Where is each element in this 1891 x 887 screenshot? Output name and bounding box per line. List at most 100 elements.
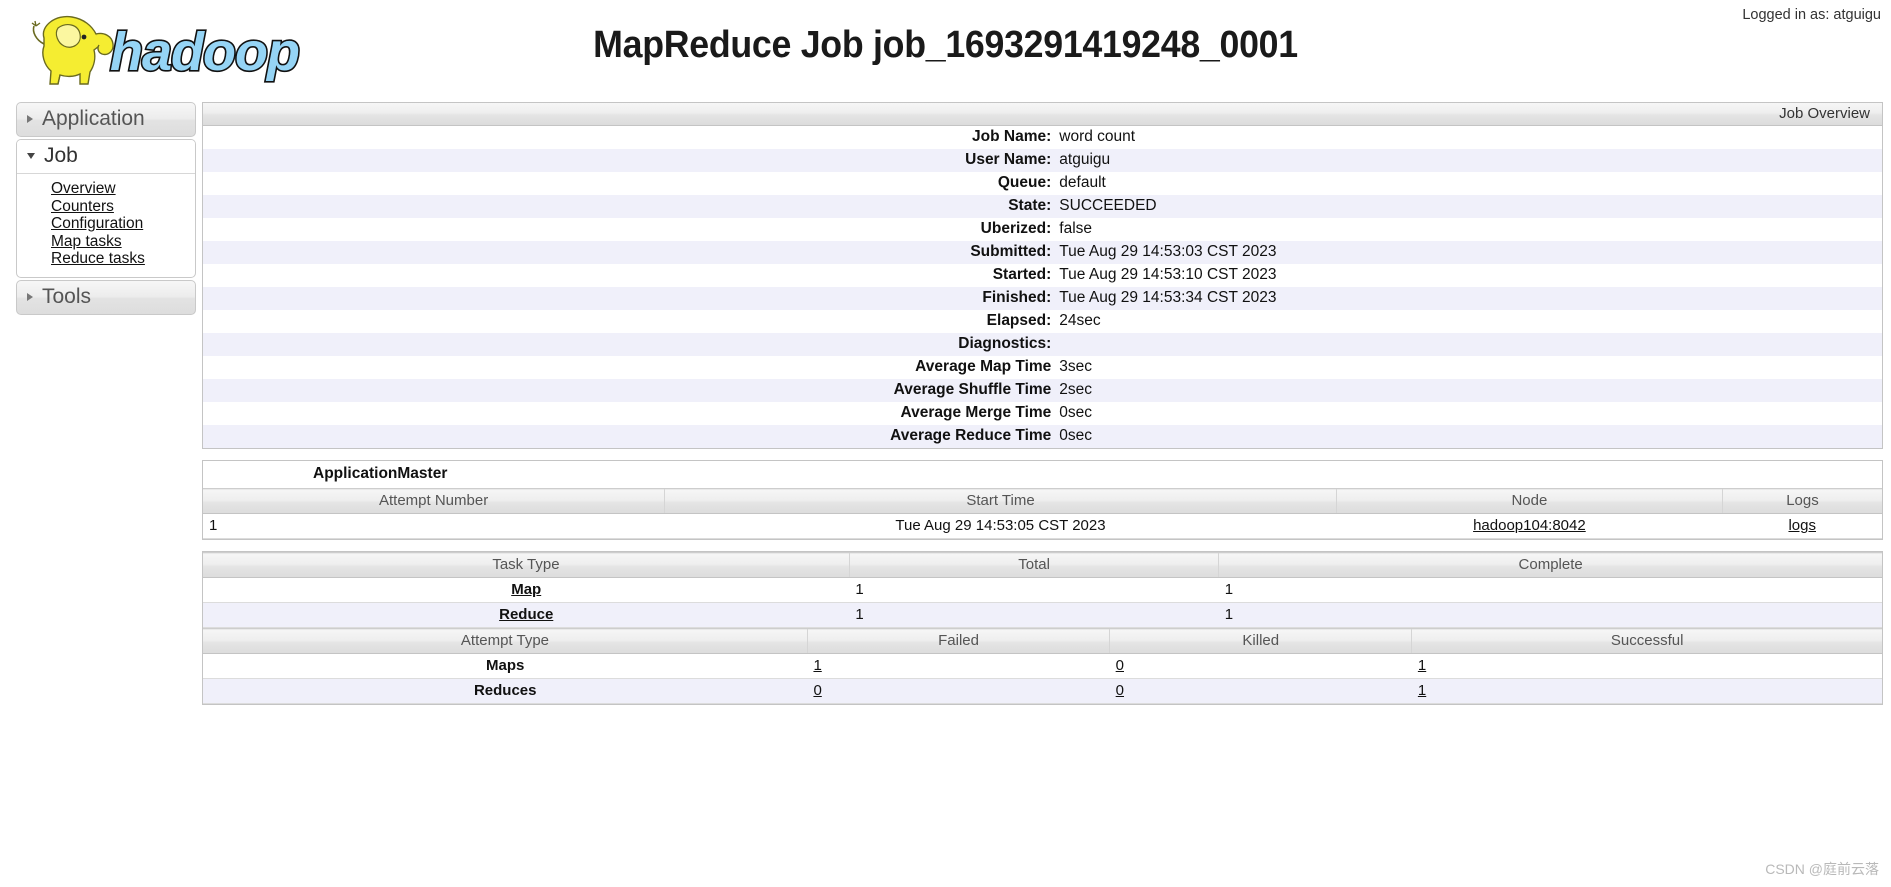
finished-value: Tue Aug 29 14:53:34 CST 2023 — [1059, 289, 1277, 306]
attempt-summary-table: Attempt Type Failed Killed Successful Ma… — [203, 628, 1882, 704]
average-map-time-label: Average Map Time — [915, 358, 1052, 375]
sidebar-link-reduce-tasks[interactable]: Reduce tasks — [51, 250, 145, 267]
reduces-successful-link[interactable]: 1 — [1418, 682, 1426, 699]
average-shuffle-time-value: 2sec — [1059, 381, 1093, 398]
column-header-failed: Failed — [806, 628, 1110, 654]
sidebar-item-tools[interactable]: Tools — [16, 279, 196, 315]
job-overview-caption: Job Overview — [203, 103, 1882, 126]
page-title: MapReduce Job job_1693291419248_0001 — [593, 24, 1298, 66]
list-item: Counters — [51, 198, 195, 216]
average-reduce-time-label: Average Reduce Time — [890, 427, 1052, 444]
cell-reduces-killed: 0 — [1109, 678, 1412, 704]
sidebar-item-job[interactable]: Job — [17, 140, 195, 174]
reduces-killed-link[interactable]: 0 — [1116, 682, 1124, 699]
column-header-attempt-type: Attempt Type — [203, 628, 808, 654]
job-name-value: word count — [1059, 128, 1136, 145]
maps-failed-link[interactable]: 1 — [813, 657, 821, 674]
uberized-value: false — [1059, 220, 1093, 237]
cell-attempt-type-reduces: Reduces — [203, 678, 808, 704]
cell-logs: logs — [1722, 513, 1882, 539]
cell-maps-successful: 1 — [1411, 653, 1882, 679]
application-master-header-row: Attempt Number Start Time Node Logs — [203, 488, 1882, 514]
cell-task-type-map: Map — [203, 577, 850, 603]
main-content: Job Overview Job Name: word count User N… — [196, 96, 1891, 716]
table-row: Average Shuffle Time 2sec — [203, 379, 1882, 402]
maps-killed-link[interactable]: 0 — [1116, 657, 1124, 674]
table-row: Job Name: word count — [203, 126, 1882, 149]
logged-in-label: Logged in as: atguigu — [1742, 7, 1881, 23]
cell-start-time: Tue Aug 29 14:53:05 CST 2023 — [664, 513, 1337, 539]
submitted-value: Tue Aug 29 14:53:03 CST 2023 — [1059, 243, 1277, 260]
table-row: Started: Tue Aug 29 14:53:10 CST 2023 — [203, 264, 1882, 287]
sidebar-item-application[interactable]: Application — [16, 102, 196, 137]
watermark: CSDN @庭前云落 — [1765, 861, 1879, 877]
map-tasks-link[interactable]: Map — [511, 581, 541, 598]
column-header-logs: Logs — [1721, 488, 1882, 514]
application-master-table: ApplicationMaster Attempt Number Start T… — [203, 461, 1882, 539]
job-name-label: Job Name: — [972, 128, 1052, 145]
sidebar-item-application-label: Application — [42, 107, 145, 130]
table-row: Map 1 1 — [203, 577, 1882, 603]
chevron-down-icon — [27, 153, 35, 159]
application-master-title-row: ApplicationMaster — [203, 461, 1882, 489]
chevron-right-icon — [27, 292, 33, 301]
table-row: Diagnostics: — [203, 333, 1882, 356]
cell-attempt-type-maps: Maps — [203, 653, 808, 679]
maps-successful-link[interactable]: 1 — [1418, 657, 1426, 674]
cell-reduces-successful: 1 — [1411, 678, 1882, 704]
cell-reduces-failed: 0 — [807, 678, 1110, 704]
table-row: Average Reduce Time 0sec — [203, 425, 1882, 448]
sidebar-job-links: Overview Counters Configuration Map task… — [17, 174, 195, 277]
column-header-task-type: Task Type — [203, 552, 850, 578]
column-header-node: Node — [1335, 488, 1723, 514]
task-summary-panel: Task Type Total Complete Map 1 1 Reduce — [202, 551, 1883, 705]
table-row: State: SUCCEEDED — [203, 195, 1882, 218]
chevron-right-icon — [27, 115, 33, 123]
page-header: hadoop MapReduce Job job_1693291419248_0… — [0, 0, 1891, 96]
state-label: State: — [1008, 197, 1052, 214]
column-header-start-time: Start Time — [664, 488, 1337, 514]
table-row: Average Merge Time 0sec — [203, 402, 1882, 425]
column-header-killed: Killed — [1109, 628, 1412, 654]
job-overview-panel: Job Overview Job Name: word count User N… — [202, 102, 1883, 449]
sidebar-link-counters[interactable]: Counters — [51, 198, 114, 215]
table-row: Reduce 1 1 — [203, 602, 1882, 628]
reduces-failed-link[interactable]: 0 — [813, 682, 821, 699]
average-merge-time-label: Average Merge Time — [900, 404, 1052, 421]
submitted-label: Submitted: — [970, 243, 1052, 260]
column-header-total: Total — [848, 552, 1219, 578]
table-row: Average Map Time 3sec — [203, 356, 1882, 379]
logs-link[interactable]: logs — [1788, 517, 1816, 534]
list-item: Map tasks — [51, 233, 195, 251]
column-header-successful: Successful — [1411, 628, 1882, 654]
cell-map-total: 1 — [849, 577, 1219, 603]
sidebar-link-map-tasks[interactable]: Map tasks — [51, 233, 122, 250]
job-overview-table: Job Name: word count User Name: atguigu … — [203, 126, 1882, 448]
application-master-panel: ApplicationMaster Attempt Number Start T… — [202, 460, 1883, 540]
cell-reduce-total: 1 — [849, 602, 1219, 628]
list-item: Reduce tasks — [51, 250, 195, 268]
state-value: SUCCEEDED — [1059, 197, 1157, 214]
sidebar-item-tools-label: Tools — [42, 284, 92, 308]
average-reduce-time-value: 0sec — [1059, 427, 1093, 444]
table-row: User Name: atguigu — [203, 149, 1882, 172]
list-item: Configuration — [51, 215, 195, 233]
finished-label: Finished: — [982, 289, 1052, 306]
cell-task-type-reduce: Reduce — [203, 602, 850, 628]
queue-label: Queue: — [997, 174, 1052, 191]
uberized-label: Uberized: — [980, 220, 1052, 237]
table-row: Queue: default — [203, 172, 1882, 195]
cell-maps-failed: 1 — [807, 653, 1110, 679]
cell-reduce-complete: 1 — [1218, 602, 1882, 628]
sidebar-group-job: Job Overview Counters Configuration Map … — [16, 139, 196, 278]
cell-maps-killed: 0 — [1109, 653, 1412, 679]
table-row: 1 Tue Aug 29 14:53:05 CST 2023 hadoop104… — [203, 513, 1882, 539]
table-row: Uberized: false — [203, 218, 1882, 241]
cell-node: hadoop104:8042 — [1336, 513, 1723, 539]
sidebar-nav: Application Job Overview Counters Config… — [0, 96, 196, 315]
reduce-tasks-link[interactable]: Reduce — [499, 606, 553, 623]
sidebar-link-configuration[interactable]: Configuration — [51, 215, 143, 232]
average-map-time-value: 3sec — [1059, 358, 1093, 375]
node-link[interactable]: hadoop104:8042 — [1473, 517, 1586, 534]
sidebar-link-overview[interactable]: Overview — [51, 180, 116, 197]
